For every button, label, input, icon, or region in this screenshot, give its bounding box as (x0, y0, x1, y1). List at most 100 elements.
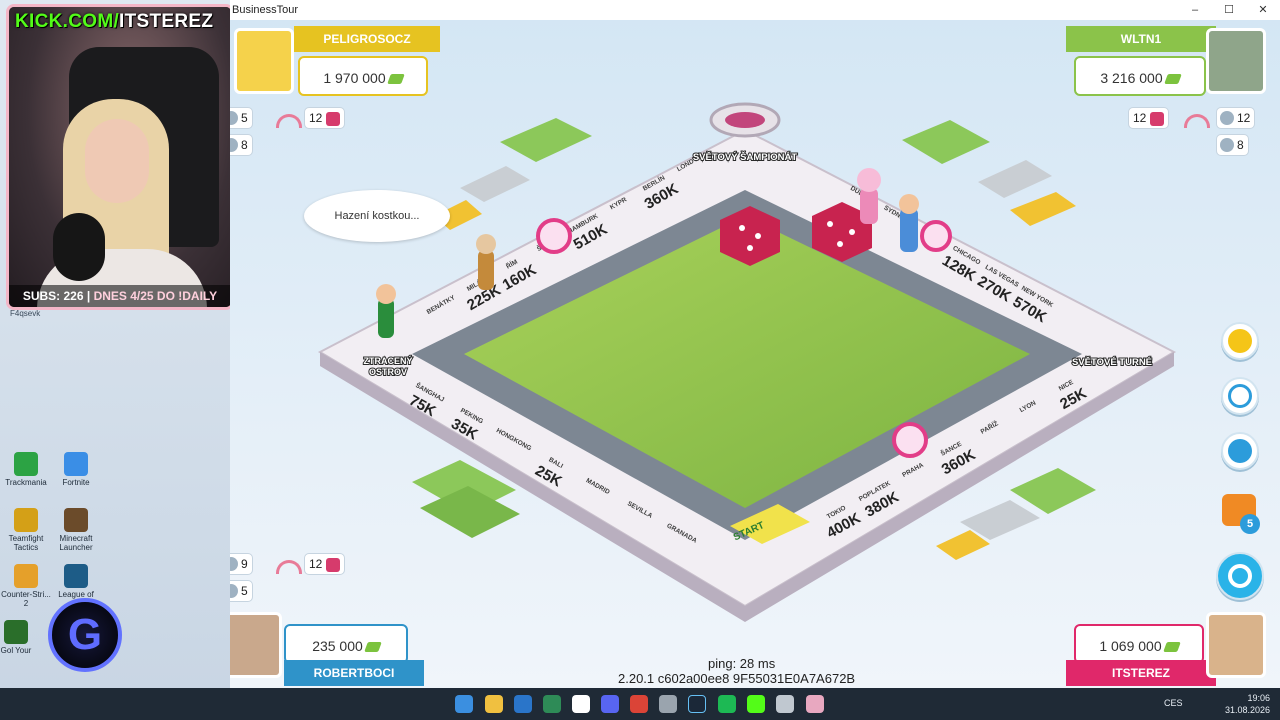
teamfight-tactics-icon (14, 508, 38, 532)
player-money: 235 000 (284, 624, 408, 664)
window-titlebar: BusinessTour – ☐ ✕ (230, 0, 1280, 20)
desktop-icon-teamfight-tactics[interactable]: Teamfight Tactics (0, 508, 54, 552)
terminal-icon[interactable] (543, 695, 561, 713)
player-photo-avatar (230, 612, 282, 678)
player-photo-avatar (1206, 612, 1266, 678)
emote-button[interactable] (1221, 377, 1259, 415)
stat-chip-laps: 12 (1216, 107, 1256, 129)
browser-icon[interactable] (514, 695, 532, 713)
microphone-icon (53, 213, 105, 281)
chest-button[interactable]: 5 (1218, 488, 1262, 534)
business-tour-icon[interactable] (806, 695, 824, 713)
minimize-button[interactable]: – (1178, 0, 1212, 20)
money-icon (363, 642, 382, 653)
corner-right-label: SVĚTOVÉ TURNÉ (1072, 356, 1152, 368)
duck-avatar-icon (234, 28, 294, 94)
desktop-icon-label: League of (58, 590, 94, 599)
player-name: PELIGROSOCZ (294, 26, 440, 52)
money-icon (1162, 642, 1181, 653)
file-explorer-icon[interactable] (485, 695, 503, 713)
desktop-icon-label: Teamfight Tactics (8, 534, 44, 552)
desktop-icon-minecraft[interactable]: Minecraft Launcher (48, 508, 104, 552)
kick-channel-label: KICK.COM/ITSTEREZ (15, 11, 214, 32)
dice-icon (326, 557, 341, 572)
money-icon (1163, 74, 1182, 85)
wheel-of-fortune-icon (892, 422, 928, 458)
player-panel-wltn1: WLTN1 3 216 000 (1066, 26, 1276, 112)
player-pawn-grandpa (476, 234, 496, 290)
obs-icon[interactable] (659, 695, 677, 713)
fortnite-icon (64, 452, 88, 476)
player-pawn-pink (857, 168, 881, 224)
stat-chip-dice: 12 (304, 553, 346, 575)
stat-chip-turns: 5 (230, 580, 253, 602)
game-window: BusinessTour – ☐ ✕ BENÁTKY MILÁN 225K ŘÍM 16… (230, 0, 1280, 688)
windows-taskbar: CES 19:06 31.08.2026 (0, 688, 1280, 720)
windows-start-icon[interactable] (455, 695, 473, 713)
capture-icon[interactable] (572, 695, 590, 713)
language-indicator[interactable]: CES (1164, 698, 1183, 708)
dice-icon (1150, 111, 1165, 126)
version-text: 2.20.1 c602a00ee8 9F55031E0A7A672B (618, 671, 856, 686)
desktop-tag: F4qsevk (10, 309, 41, 318)
player-pawn-blue (899, 194, 919, 252)
money-icon (386, 74, 405, 85)
maximize-button[interactable]: ☐ (1212, 0, 1246, 20)
corner-left-label-1: ZTRACENÝ (364, 355, 413, 366)
stat-chip-dice: 12 (304, 107, 346, 129)
pause-icon (1228, 438, 1252, 463)
money-stack-top-right (902, 120, 1076, 226)
player-money: 3 216 000 (1074, 56, 1206, 96)
steam-icon[interactable] (688, 695, 706, 713)
subs-counter: SUBS: 226 | DNES 4/25 DO !DAILY (9, 285, 231, 307)
desktop-icon-league-of-legends[interactable]: League of (48, 564, 104, 599)
zoom-button[interactable] (1216, 552, 1264, 600)
spotify-icon[interactable] (718, 695, 736, 713)
player-pawn-green (376, 284, 396, 338)
desktop-icon-fortnite[interactable]: Fortnite (48, 452, 104, 487)
close-button[interactable]: ✕ (1246, 0, 1280, 20)
desktop-icon-label: Fortnite (62, 478, 90, 487)
game-board: BENÁTKYMILÁN225KŘÍM160KŠANCEHAMBURK510KK… (317, 102, 1177, 622)
pause-button[interactable] (1221, 432, 1259, 470)
desktop-icon-trackmania[interactable]: Trackmania (0, 452, 54, 487)
player-panel-robertboci: 235 000 ROBERTBOCI (230, 612, 424, 688)
league-of-legends-icon (64, 564, 88, 588)
desktop-icon-label: Minecraft Launcher (59, 534, 93, 552)
chrome-icon[interactable] (630, 695, 648, 713)
player-money: 1 970 000 (298, 56, 428, 96)
kick-icon[interactable] (747, 695, 765, 713)
minecraft-icon (64, 508, 88, 532)
map-avatar-icon (1206, 28, 1266, 94)
player-money: 1 069 000 (1074, 624, 1204, 664)
discord-icon[interactable] (601, 695, 619, 713)
zoom-icon (1228, 563, 1252, 588)
desktop-icon-label: Counter-Stri... 2 (1, 590, 51, 608)
stat-chip-laps: 9 (230, 553, 253, 575)
trackmania-icon (14, 452, 38, 476)
dice-icon (326, 111, 341, 126)
stat-chip-turns: 8 (1216, 134, 1249, 156)
system-clock[interactable]: 19:06 31.08.2026 (1225, 692, 1270, 716)
g-logo-icon: G (48, 598, 122, 672)
desktop-icon-counter-strike[interactable]: Counter-Stri... 2 (0, 564, 54, 608)
window-title: BusinessTour (232, 4, 299, 16)
webcam-overlay: KICK.COM/ITSTEREZ SUBS: 226 | DNES 4/25 … (6, 4, 234, 310)
corner-top-label: SVĚTOVÝ ŠAMPIONÁT (693, 151, 798, 163)
player-name: ITSTEREZ (1066, 660, 1216, 686)
desktop-icon-golf[interactable]: Gol Your (0, 620, 44, 655)
desktop-icon-label: Gol Your (0, 646, 32, 655)
app-icon[interactable] (776, 695, 794, 713)
player-panel-itsterez: 1 069 000 ITSTEREZ (1066, 612, 1276, 688)
player-name: ROBERTBOCI (284, 660, 424, 686)
chest-count-badge: 5 (1240, 514, 1260, 534)
ping-text: ping: 28 ms (708, 656, 776, 671)
wheel-of-fortune-icon (920, 220, 952, 252)
coin-button[interactable] (1221, 322, 1259, 360)
player-name: WLTN1 (1066, 26, 1216, 52)
money-stack-top-left (434, 118, 592, 230)
wheel-of-fortune-icon (536, 218, 572, 254)
dice-roll-bubble: Hazení kostkou... (304, 190, 450, 242)
golf-icon (4, 620, 28, 644)
stat-chip-turns: 8 (230, 134, 253, 156)
